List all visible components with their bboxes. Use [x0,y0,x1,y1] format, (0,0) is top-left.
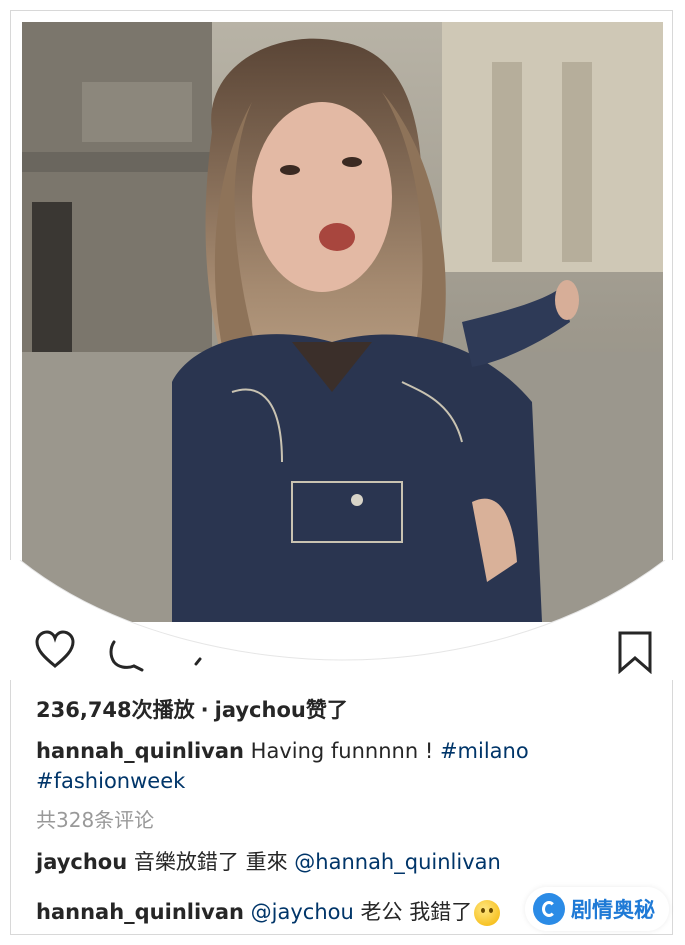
bookmark-icon[interactable] [616,630,654,674]
comment-item: jaychou 音樂放錯了 重來 @hannah_quinlivan [36,846,656,876]
share-icon[interactable] [194,656,206,666]
comment-mention[interactable]: @hannah_quinlivan [294,850,501,874]
views-count[interactable]: 236,748次播放 [36,698,195,722]
comment-username[interactable]: jaychou [36,850,127,874]
view-all-comments-link[interactable]: 共328条评论 [36,804,656,833]
post-actions [22,622,663,682]
comment-username[interactable]: hannah_quinlivan [36,900,244,924]
post-photo-illustration [22,22,663,622]
comment-icon[interactable] [106,636,146,676]
caption-username[interactable]: hannah_quinlivan [36,739,244,763]
comment-text: 音樂放錯了 重來 [133,850,288,874]
comment-text: 老公 我錯了 [360,900,473,924]
views-and-likes: 236,748次播放 · jaychou赞了 [36,694,656,724]
comment-mention[interactable]: @jaychou [251,900,354,924]
heart-icon[interactable] [34,630,76,670]
separator: · [200,698,209,722]
post-photo[interactable] [22,22,663,622]
hashtag-milano[interactable]: #milano [440,739,529,763]
caption-text: Having funnnnn ! [250,739,434,763]
watermark-logo-icon [533,893,565,925]
hashtag-fashionweek[interactable]: #fashionweek [36,769,185,793]
watermark-text: 剧情奥秘 [571,898,655,922]
liked-by[interactable]: jaychou赞了 [215,698,348,722]
watermark-badge: 剧情奥秘 [525,887,669,931]
post-caption: hannah_quinlivan Having funnnnn ! #milan… [36,736,656,796]
grinning-face-emoji-icon [474,900,501,926]
